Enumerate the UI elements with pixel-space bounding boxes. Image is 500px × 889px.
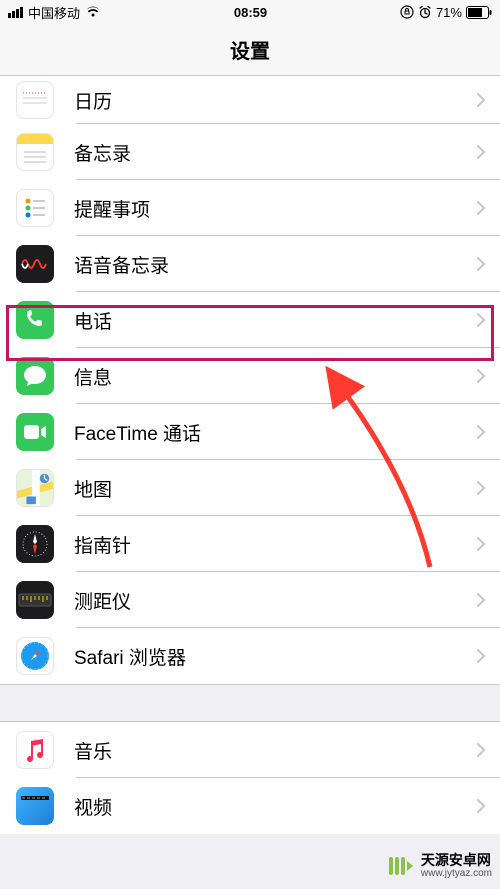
chevron-right-icon <box>476 480 486 496</box>
nav-bar: 设置 <box>0 24 500 76</box>
chevron-right-icon <box>476 648 486 664</box>
row-label: 指南针 <box>74 531 476 558</box>
settings-section-1: 日历 备忘录 提醒事项 语音备忘录 电话 信息 <box>0 76 500 684</box>
watermark-url: www.jytyaz.com <box>421 868 492 879</box>
row-label: 视频 <box>74 793 476 820</box>
chevron-right-icon <box>476 144 486 160</box>
notes-icon <box>16 133 54 171</box>
chevron-right-icon <box>476 312 486 328</box>
row-notes[interactable]: 备忘录 <box>0 124 500 180</box>
row-label: 信息 <box>74 363 476 390</box>
reminders-icon <box>16 189 54 227</box>
row-safari[interactable]: Safari 浏览器 <box>0 628 500 684</box>
watermark-title: 天源安卓网 <box>421 853 492 868</box>
row-video[interactable]: 视频 <box>0 778 500 834</box>
chevron-right-icon <box>476 368 486 384</box>
row-label: 地图 <box>74 475 476 502</box>
facetime-icon <box>16 413 54 451</box>
row-label: 测距仪 <box>74 587 476 614</box>
row-music[interactable]: 音乐 <box>0 722 500 778</box>
settings-section-2: 音乐 视频 <box>0 722 500 834</box>
chevron-right-icon <box>476 742 486 758</box>
row-label: 电话 <box>74 307 476 334</box>
row-phone[interactable]: 电话 <box>0 292 500 348</box>
wifi-icon <box>85 6 101 18</box>
battery-percent: 71% <box>436 5 462 20</box>
carrier-label: 中国移动 <box>28 3 80 22</box>
chevron-right-icon <box>476 592 486 608</box>
row-label: 提醒事项 <box>74 195 476 222</box>
voice-memo-icon <box>16 245 54 283</box>
measure-icon <box>16 581 54 619</box>
status-bar: 中国移动 08:59 71% <box>0 0 500 24</box>
battery-icon <box>466 6 492 19</box>
compass-icon <box>16 525 54 563</box>
chevron-right-icon <box>476 92 486 108</box>
row-compass[interactable]: 指南针 <box>0 516 500 572</box>
chevron-right-icon <box>476 536 486 552</box>
video-icon <box>16 787 54 825</box>
messages-icon <box>16 357 54 395</box>
row-reminders[interactable]: 提醒事项 <box>0 180 500 236</box>
music-icon <box>16 731 54 769</box>
row-label: Safari 浏览器 <box>74 643 476 670</box>
row-calendar[interactable]: 日历 <box>0 76 500 124</box>
chevron-right-icon <box>476 424 486 440</box>
calendar-icon <box>16 81 54 119</box>
row-measure[interactable]: 测距仪 <box>0 572 500 628</box>
safari-icon <box>16 637 54 675</box>
watermark-logo-icon <box>385 851 415 881</box>
chevron-right-icon <box>476 798 486 814</box>
phone-icon <box>16 301 54 339</box>
row-label: 日历 <box>74 87 476 114</box>
maps-icon <box>16 469 54 507</box>
signal-icon <box>8 7 23 18</box>
chevron-right-icon <box>476 200 486 216</box>
row-voicememo[interactable]: 语音备忘录 <box>0 236 500 292</box>
row-messages[interactable]: 信息 <box>0 348 500 404</box>
row-maps[interactable]: 地图 <box>0 460 500 516</box>
section-separator <box>0 684 500 722</box>
row-facetime[interactable]: FaceTime 通话 <box>0 404 500 460</box>
row-label: 语音备忘录 <box>74 251 476 278</box>
row-label: 备忘录 <box>74 139 476 166</box>
row-label: FaceTime 通话 <box>74 419 476 446</box>
alarm-icon <box>418 5 432 19</box>
watermark: 天源安卓网 www.jytyaz.com <box>385 851 492 881</box>
row-label: 音乐 <box>74 737 476 764</box>
time-label: 08:59 <box>234 5 267 20</box>
chevron-right-icon <box>476 256 486 272</box>
page-title: 设置 <box>230 35 270 64</box>
lock-rotation-icon <box>400 5 414 19</box>
